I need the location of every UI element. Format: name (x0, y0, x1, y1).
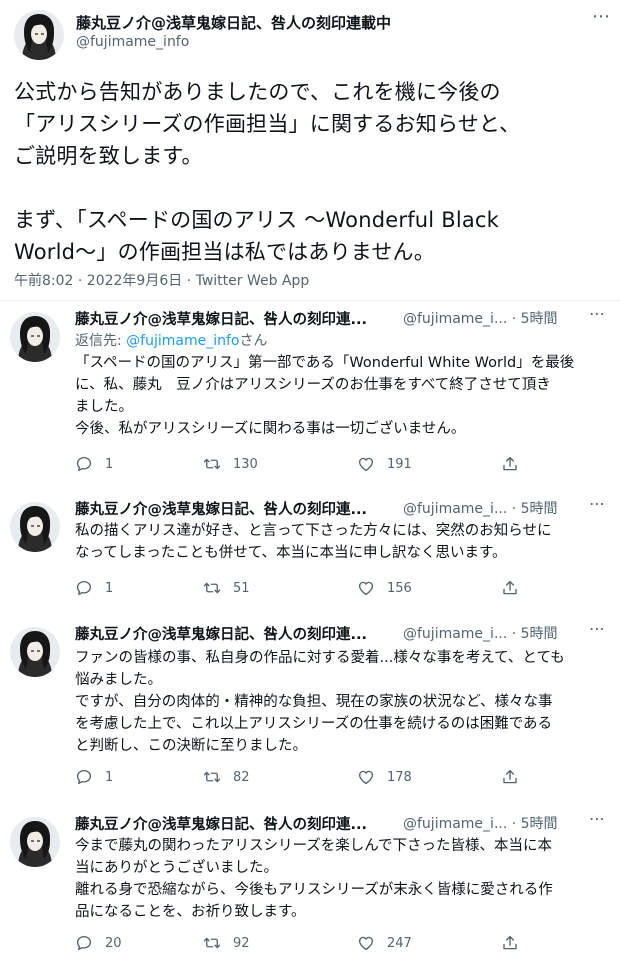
reply-to-link[interactable]: @fujimame_info (126, 333, 239, 349)
display-name[interactable]: 藤丸豆ノ介@浅草鬼嫁日記、咎人の刻印連... (75, 308, 367, 329)
share-button[interactable] (501, 452, 531, 476)
reply-icon (75, 934, 93, 952)
tweet-time[interactable]: · 5時間 (512, 626, 558, 642)
like-button[interactable]: 156 (357, 576, 412, 600)
reply-tweet[interactable]: 藤丸豆ノ介@浅草鬼嫁日記、咎人の刻印連... @fujimame_i... · … (0, 300, 620, 488)
reply-icon (75, 455, 93, 473)
reply-icon (75, 579, 93, 597)
tweet-text: 私の描くアリス達が好き、と言って下さった方々には、突然のお知らせに なってしまっ… (75, 523, 552, 561)
heart-icon (357, 455, 375, 473)
retweet-icon (203, 455, 221, 473)
tweet-actions: 20 92 247 (75, 931, 535, 955)
tweet-actions: 1 130 191 (75, 452, 535, 476)
reply-icon (75, 768, 93, 786)
retweet-button[interactable]: 92 (203, 931, 250, 955)
avatar[interactable] (10, 627, 60, 677)
reply-count: 1 (105, 456, 114, 472)
more-horizontal-icon[interactable]: ⋯ (586, 496, 608, 516)
tweet-time[interactable]: · 5時間 (512, 311, 558, 327)
retweet-icon (203, 768, 221, 786)
retweet-count: 130 (233, 456, 258, 472)
share-button[interactable] (501, 765, 531, 789)
more-horizontal-icon[interactable]: ⋯ (586, 306, 608, 326)
handle-and-time: @fujimame_i... · 5時間 (403, 308, 558, 328)
user-handle[interactable]: @fujimame_i... (403, 501, 507, 517)
more-horizontal-icon[interactable]: ⋯ (590, 8, 612, 30)
tweet-text: ファンの皆様の事、私自身の作品に対する愛着...様々な事を考えて、とても 悩みま… (75, 650, 565, 754)
retweet-count: 82 (233, 769, 250, 785)
user-handle[interactable]: @fujimame_i... (403, 311, 507, 327)
share-button[interactable] (501, 931, 531, 955)
share-icon (501, 934, 519, 952)
heart-icon (357, 934, 375, 952)
reply-count: 1 (105, 580, 114, 596)
tweet-time[interactable]: · 5時間 (512, 501, 558, 517)
tweet-text: 公式から告知がありましたので、これを機に今後の 「アリスシリーズの作画担当」に関… (14, 80, 521, 264)
heart-icon (357, 768, 375, 786)
user-handle[interactable]: @fujimame_i... (403, 626, 507, 642)
user-handle[interactable]: @fujimame_i... (403, 816, 507, 832)
heart-icon (357, 579, 375, 597)
avatar-image (10, 312, 60, 362)
like-button[interactable]: 178 (357, 765, 412, 789)
reply-count: 1 (105, 769, 114, 785)
avatar-image (10, 502, 60, 552)
avatar[interactable] (10, 312, 60, 362)
avatar[interactable] (10, 502, 60, 552)
retweet-button[interactable]: 130 (203, 452, 258, 476)
reply-to-suffix: さん (239, 333, 268, 349)
handle-and-time: @fujimame_i... · 5時間 (403, 813, 558, 833)
more-horizontal-icon[interactable]: ⋯ (586, 811, 608, 831)
user-handle[interactable]: @fujimame_info (76, 34, 189, 50)
reply-button[interactable]: 1 (75, 765, 113, 789)
tweet-actions: 1 82 178 (75, 765, 535, 789)
handle-and-time: @fujimame_i... · 5時間 (403, 498, 558, 518)
like-count: 247 (387, 935, 412, 951)
avatar-image (14, 10, 64, 60)
avatar[interactable] (14, 10, 64, 60)
retweet-button[interactable]: 82 (203, 765, 250, 789)
handle-and-time: @fujimame_i... · 5時間 (403, 623, 558, 643)
display-name[interactable]: 藤丸豆ノ介@浅草鬼嫁日記、咎人の刻印連... (75, 498, 367, 519)
retweet-count: 92 (233, 935, 250, 951)
like-count: 178 (387, 769, 412, 785)
main-tweet: 藤丸豆ノ介@浅草鬼嫁日記、咎人の刻印連載中 @fujimame_info ⋯ 公… (0, 0, 620, 300)
reply-button[interactable]: 1 (75, 452, 113, 476)
display-name[interactable]: 藤丸豆ノ介@浅草鬼嫁日記、咎人の刻印連... (75, 623, 367, 644)
share-button[interactable] (501, 576, 531, 600)
reply-to-line: 返信先: @fujimame_infoさん (75, 330, 267, 350)
tweet-time[interactable]: · 5時間 (512, 816, 558, 832)
tweet-text: 「スペードの国のアリス」第一部である「Wonderful White World… (75, 355, 575, 437)
reply-button[interactable]: 1 (75, 576, 113, 600)
like-count: 191 (387, 456, 412, 472)
tweet-text: 今まで藤丸の関わったアリスシリーズを楽しんで下さった皆様、本当に本 当にありがと… (75, 838, 553, 920)
more-horizontal-icon[interactable]: ⋯ (586, 621, 608, 641)
reply-count: 20 (105, 935, 122, 951)
tweet-actions: 1 51 156 (75, 576, 535, 600)
reply-tweet[interactable]: 藤丸豆ノ介@浅草鬼嫁日記、咎人の刻印連... @fujimame_i... · … (0, 615, 620, 800)
share-icon (501, 768, 519, 786)
display-name[interactable]: 藤丸豆ノ介@浅草鬼嫁日記、咎人の刻印連載中 (76, 12, 391, 33)
like-button[interactable]: 247 (357, 931, 412, 955)
display-name[interactable]: 藤丸豆ノ介@浅草鬼嫁日記、咎人の刻印連... (75, 813, 367, 834)
reply-tweet[interactable]: 藤丸豆ノ介@浅草鬼嫁日記、咎人の刻印連... @fujimame_i... · … (0, 805, 620, 960)
retweet-button[interactable]: 51 (203, 576, 250, 600)
like-count: 156 (387, 580, 412, 596)
reply-tweet[interactable]: 藤丸豆ノ介@浅草鬼嫁日記、咎人の刻印連... @fujimame_i... · … (0, 490, 620, 610)
share-icon (501, 579, 519, 597)
reply-button[interactable]: 20 (75, 931, 122, 955)
retweet-count: 51 (233, 580, 250, 596)
avatar[interactable] (10, 817, 60, 867)
retweet-icon (203, 934, 221, 952)
avatar-image (10, 817, 60, 867)
retweet-icon (203, 579, 221, 597)
reply-to-prefix: 返信先: (75, 333, 127, 349)
tweet-timestamp[interactable]: 午前8:02 · 2022年9月6日 · Twitter Web App (14, 270, 309, 290)
share-icon (501, 455, 519, 473)
like-button[interactable]: 191 (357, 452, 412, 476)
avatar-image (10, 627, 60, 677)
